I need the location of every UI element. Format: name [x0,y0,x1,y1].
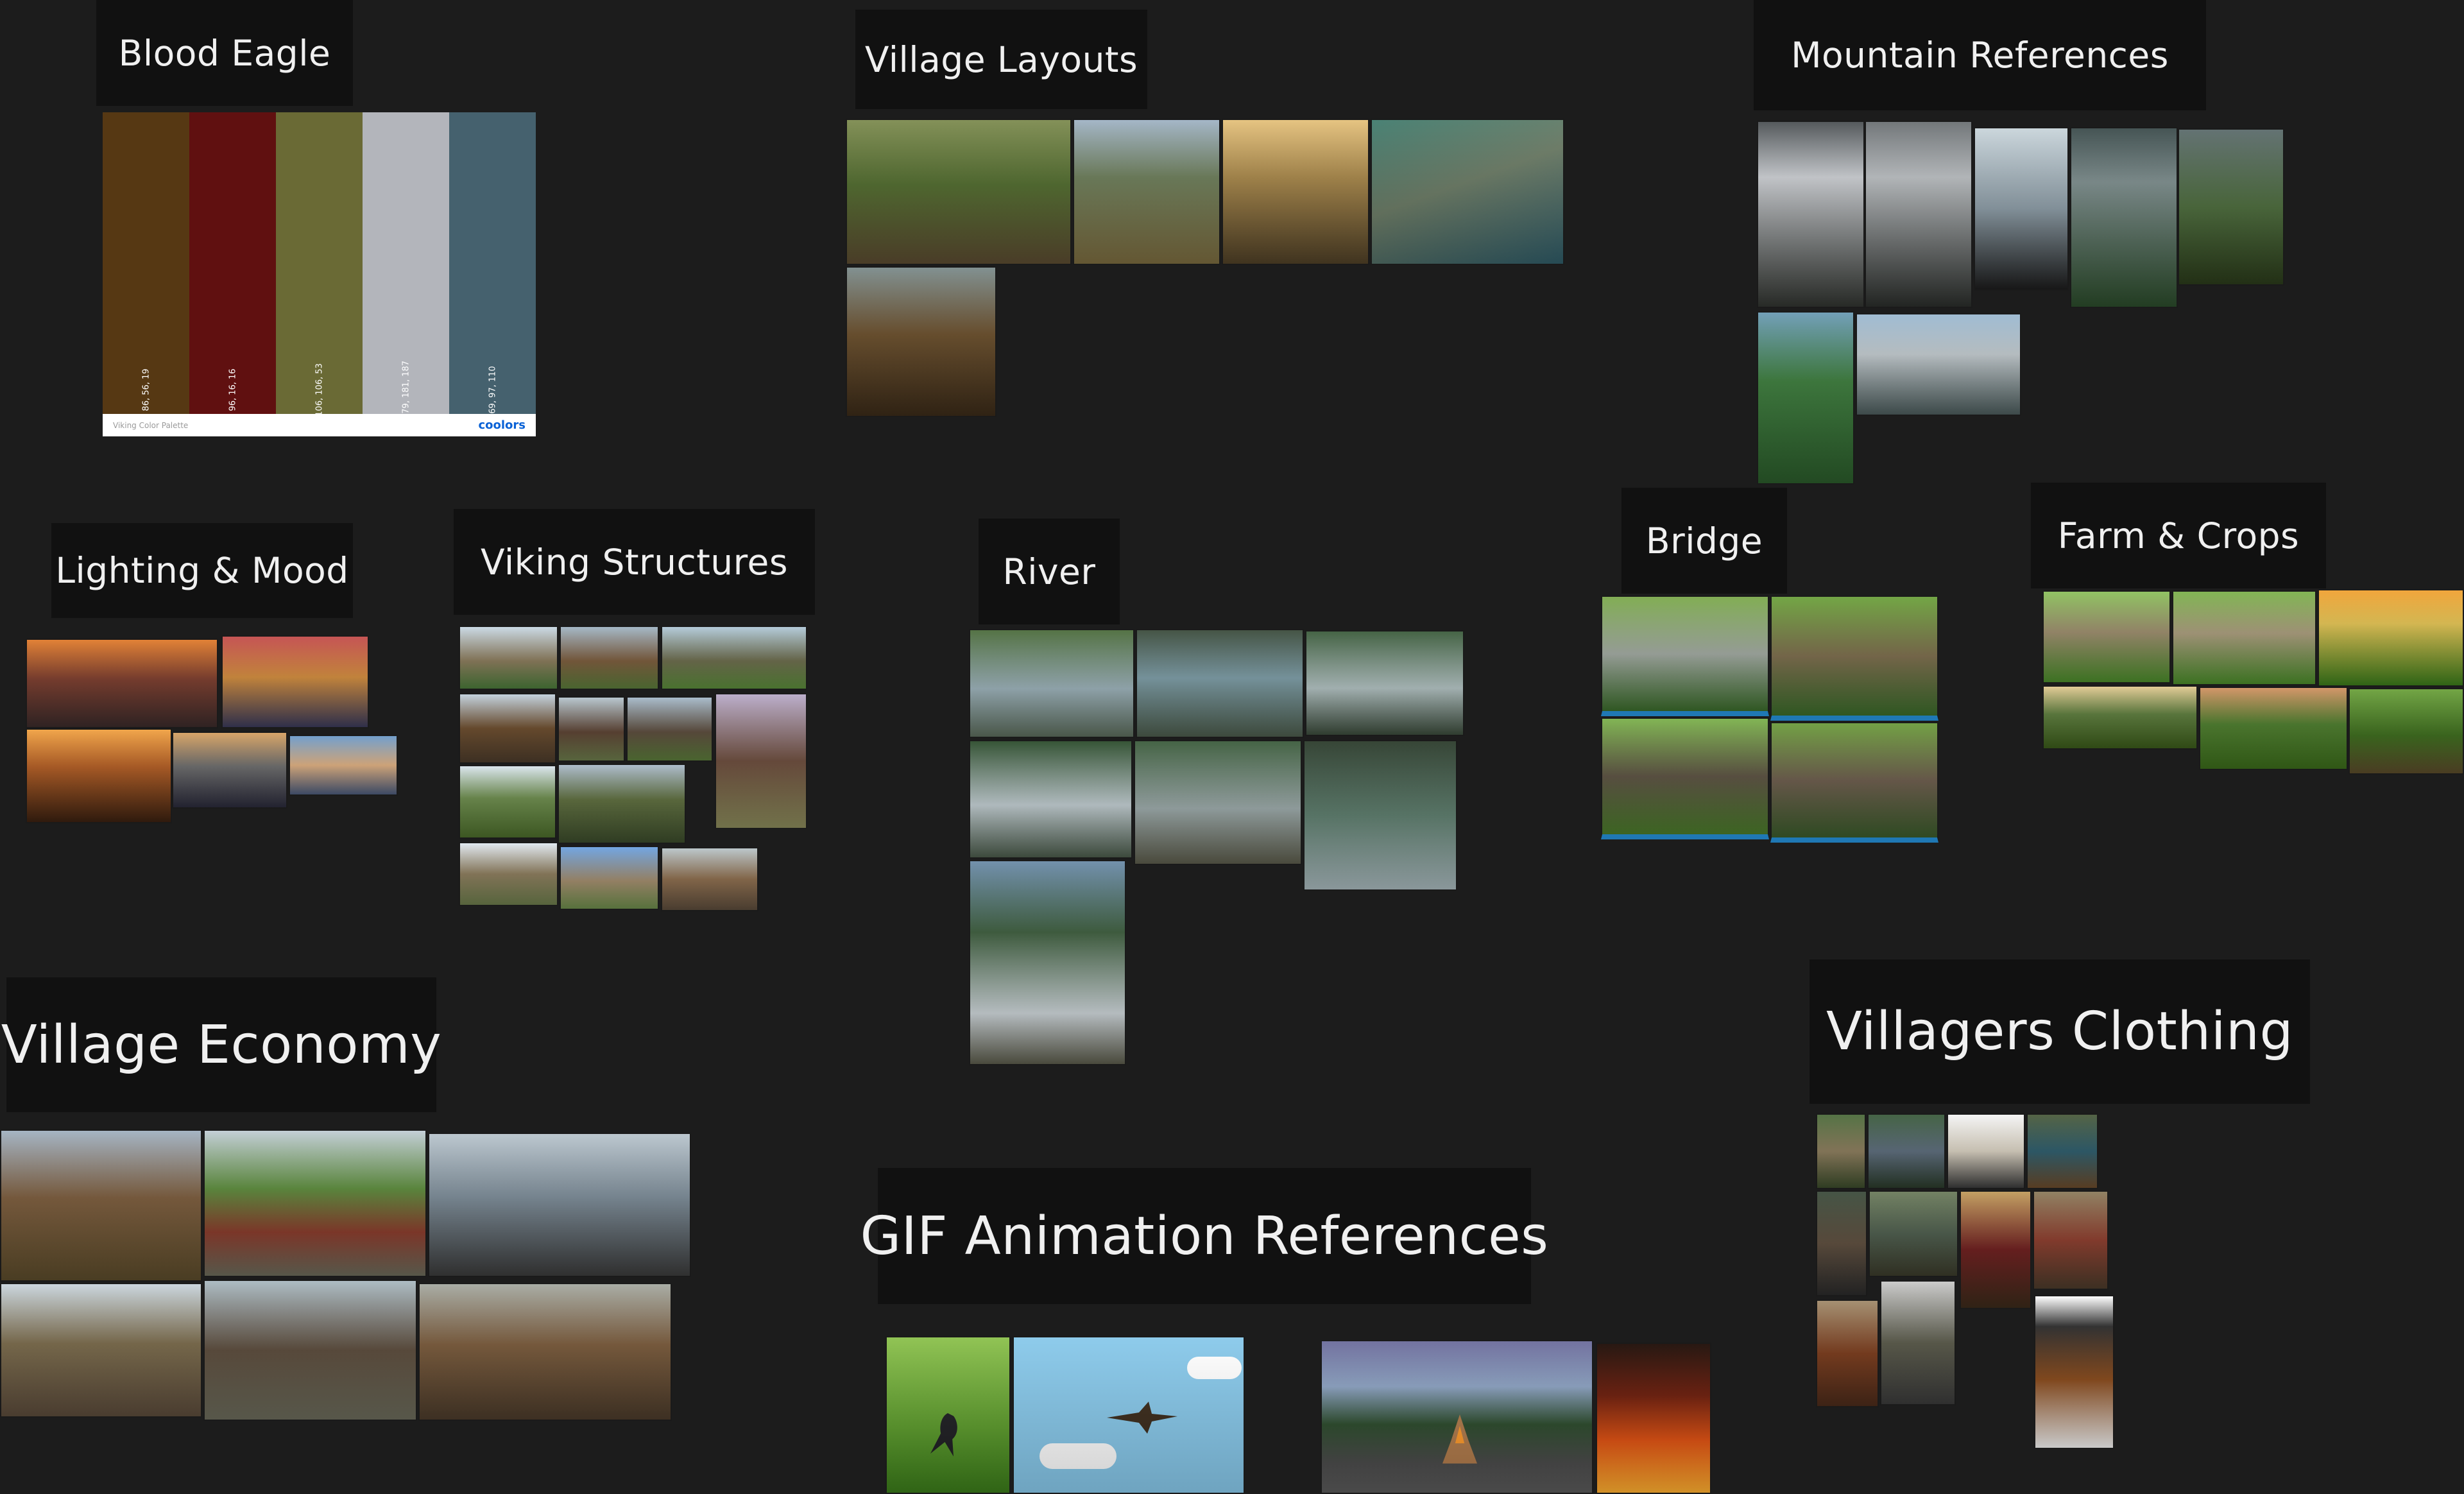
viking-structure-image[interactable] [558,764,686,844]
clothing-reference-image[interactable] [1816,1300,1879,1407]
swatch-rgb-value: 69, 97, 110 [488,366,497,414]
lighting-mood-image[interactable] [26,639,218,728]
cloud-shape [1187,1357,1242,1379]
viking-structure-image[interactable] [560,846,659,910]
coolors-logo: coolors [478,418,526,432]
clothing-reference-image[interactable] [2033,1190,2109,1290]
viking-structure-image[interactable] [715,693,807,829]
river-image[interactable] [1305,630,1464,736]
palette-footer: Viking Color Palette coolors [103,414,536,436]
river-image[interactable] [1303,740,1457,891]
farm-crops-image[interactable] [2042,590,2171,683]
palette-swatch-5: 69, 97, 110 [449,112,536,414]
river-image[interactable] [969,629,1134,738]
viking-structure-image[interactable] [459,693,556,764]
label-farm-crops[interactable]: Farm & Crops [2031,483,2326,588]
mountain-reference-image[interactable] [1757,311,1854,485]
crow-icon [930,1413,957,1457]
label-lighting-mood[interactable]: Lighting & Mood [51,523,353,618]
clothing-reference-image[interactable] [1947,1113,2025,1189]
palette-swatch-4: 179, 181, 187 [363,112,449,419]
gif-campfire-lake-image[interactable] [1321,1340,1593,1494]
village-economy-image[interactable] [418,1283,672,1421]
farm-crops-image[interactable] [2172,590,2316,685]
river-image[interactable] [969,740,1133,859]
gif-bird-sky-image[interactable] [1013,1336,1245,1494]
village-economy-image[interactable] [203,1129,427,1277]
bridge-image[interactable] [1601,596,1769,716]
label-bridge[interactable]: Bridge [1621,488,1787,594]
label-gif-animation-references[interactable]: GIF Animation References [860,1168,1548,1304]
clothing-reference-image[interactable] [2026,1113,2098,1189]
clothing-reference-image[interactable] [1869,1190,1958,1277]
farm-crops-image[interactable] [2199,687,2348,770]
mountain-reference-image[interactable] [2178,128,2284,286]
clothing-reference-image[interactable] [1816,1113,1866,1189]
label-viking-structures[interactable]: Viking Structures [454,509,815,615]
palette-swatches: 86, 56, 19 96, 16, 16 106, 106, 53 179, … [103,112,536,419]
bridge-image[interactable] [1770,596,1938,721]
viking-structure-image[interactable] [661,847,758,911]
lighting-mood-image[interactable] [26,728,172,823]
mountain-reference-image[interactable] [1757,121,1865,308]
village-economy-image[interactable] [428,1133,691,1277]
eagle-icon [1107,1402,1177,1434]
palette-name: Viking Color Palette [113,420,189,430]
viking-structure-image[interactable] [459,765,556,839]
lighting-mood-image[interactable] [289,735,398,796]
viking-structure-image[interactable] [626,696,713,762]
palette-swatch-1: 86, 56, 19 [103,112,189,414]
river-image[interactable] [969,860,1126,1065]
palette-swatch-3: 106, 106, 53 [276,112,363,416]
swatch-rgb-value: 179, 181, 187 [401,361,411,419]
viking-structure-image[interactable] [560,626,659,690]
village-economy-image[interactable] [0,1129,202,1282]
mountain-reference-image[interactable] [1865,121,1972,308]
gif-fire-image[interactable] [1596,1343,1711,1494]
village-economy-image[interactable] [0,1283,202,1418]
clothing-reference-image[interactable] [1880,1280,1956,1405]
cloud-shape [1040,1443,1116,1469]
village-layout-image[interactable] [1371,119,1564,265]
swatch-rgb-value: 86, 56, 19 [141,368,151,411]
label-village-economy[interactable]: Village Economy [1,977,441,1112]
label-river[interactable]: River [979,519,1120,624]
village-layout-image[interactable] [846,266,997,417]
viking-structure-image[interactable] [558,696,625,762]
river-image[interactable] [1136,629,1304,738]
clothing-reference-image[interactable] [1867,1113,1946,1189]
lighting-mood-image[interactable] [172,732,287,809]
color-palette-card[interactable]: 86, 56, 19 96, 16, 16 106, 106, 53 179, … [103,112,536,436]
swatch-rgb-value: 96, 16, 16 [228,368,237,411]
village-layout-image[interactable] [1073,119,1220,265]
river-image[interactable] [1134,740,1302,865]
village-layout-image[interactable] [846,119,1072,265]
viking-structure-image[interactable] [459,626,558,690]
label-blood-eagle[interactable]: Blood Eagle [96,0,353,106]
gif-crow-grass-image[interactable] [886,1336,1011,1494]
viking-structure-image[interactable] [661,626,807,690]
moodboard-canvas[interactable]: Blood Eagle 86, 56, 19 96, 16, 16 106, 1… [0,0,2464,1494]
mountain-reference-image[interactable] [2070,127,2178,308]
mountain-reference-image[interactable] [1974,127,2069,291]
village-layout-image[interactable] [1222,119,1369,265]
label-villagers-clothing[interactable]: Villagers Clothing [1810,959,2310,1104]
label-mountain-references[interactable]: Mountain References [1754,0,2206,110]
clothing-reference-image[interactable] [1960,1190,2032,1309]
label-village-layouts[interactable]: Village Layouts [855,10,1147,109]
palette-swatch-2: 96, 16, 16 [189,112,276,414]
mountain-reference-image[interactable] [1856,313,2021,416]
campfire-icon [1442,1414,1477,1464]
viking-structure-image[interactable] [459,842,558,906]
farm-crops-image[interactable] [2318,589,2464,687]
swatch-rgb-value: 106, 106, 53 [314,363,324,416]
lighting-mood-image[interactable] [221,635,369,728]
farm-crops-image[interactable] [2348,688,2464,775]
bridge-image[interactable] [1601,717,1769,839]
village-economy-image[interactable] [203,1280,417,1421]
bridge-image[interactable] [1770,722,1938,843]
clothing-reference-image[interactable] [1816,1190,1867,1296]
clothing-reference-image[interactable] [2034,1295,2114,1449]
farm-crops-image[interactable] [2042,685,2198,750]
